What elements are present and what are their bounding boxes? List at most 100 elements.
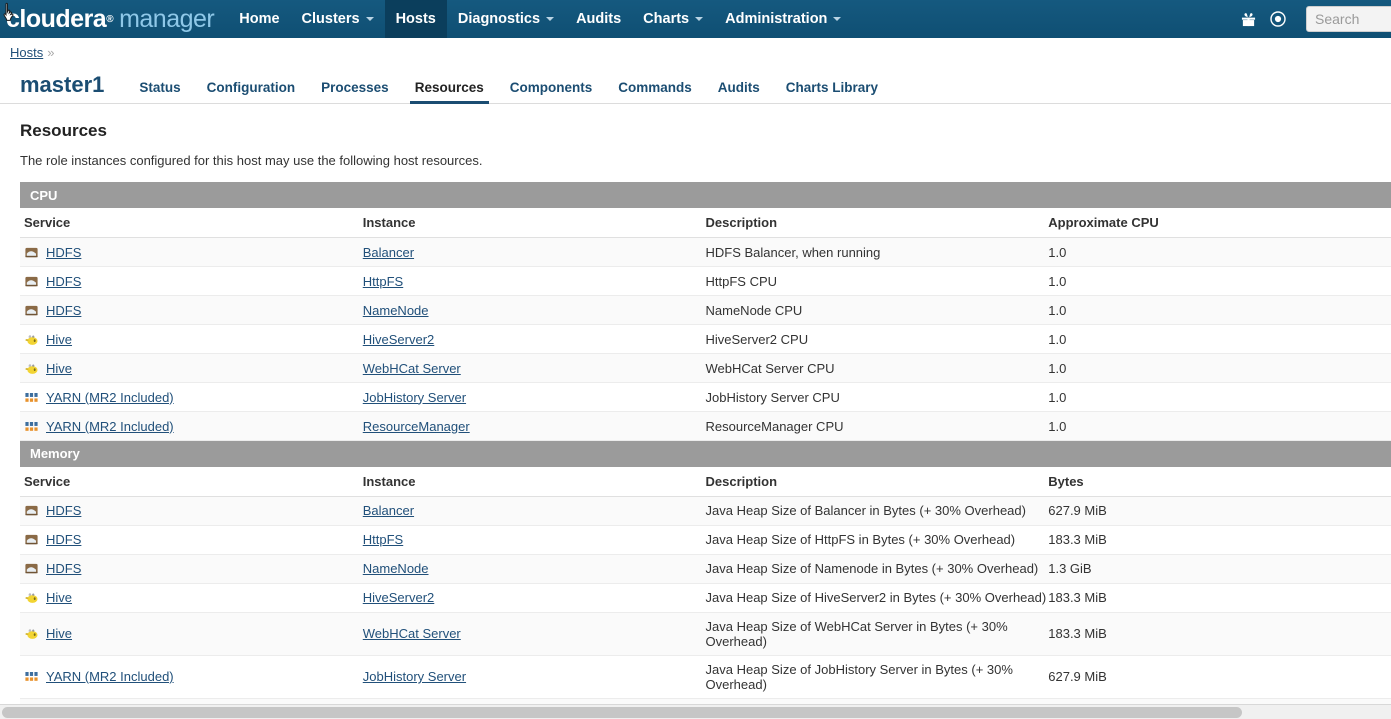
table-row: Hive WebHCat Server Java Heap Size of WebH…	[20, 612, 1391, 656]
service-link[interactable]: HDFS	[46, 532, 81, 547]
hdfs-icon	[25, 563, 38, 574]
breadcrumb-separator: »	[47, 45, 55, 60]
horizontal-scrollbar[interactable]	[0, 704, 1391, 719]
instance-link[interactable]: JobHistory Server	[363, 669, 466, 684]
tab-commands-label: Commands	[618, 80, 692, 95]
row-value: 1.0	[1048, 324, 1391, 354]
resources-table-body: CPU Service Instance Description Approximate…	[20, 182, 1391, 719]
yarn-icon	[25, 392, 38, 402]
breadcrumb-link-hosts[interactable]: Hosts	[10, 45, 43, 60]
table-row: Hive HiveServer2 HiveServer2 CPU 1.0	[20, 324, 1391, 354]
column-header-description: Description	[705, 466, 1049, 497]
row-value: 1.3 GiB	[1048, 554, 1391, 584]
row-description: Java Heap Size of WebHCat Server in Byte…	[705, 612, 1049, 656]
support-circle-icon[interactable]	[1268, 9, 1288, 29]
tab-configuration[interactable]: Configuration	[194, 80, 308, 103]
instance-link[interactable]: HiveServer2	[363, 332, 435, 347]
row-value: 1.0	[1048, 411, 1391, 441]
tab-audits-label: Audits	[717, 80, 760, 95]
tab-audits[interactable]: Audits	[705, 80, 773, 103]
column-header-value: Approximate CPU	[1048, 208, 1391, 238]
service-link[interactable]: Hive	[46, 332, 72, 347]
instance-link[interactable]: JobHistory Server	[363, 390, 466, 405]
instance-link[interactable]: WebHCat Server	[363, 626, 461, 641]
nav-item-home[interactable]: Home	[228, 0, 290, 38]
tab-processes-label: Processes	[321, 80, 389, 95]
hive-icon	[25, 629, 38, 639]
resources-tables: CPU Service Instance Description Approximate…	[20, 182, 1391, 719]
instance-link[interactable]: WebHCat Server	[363, 361, 461, 376]
instance-link[interactable]: HttpFS	[363, 274, 403, 289]
hdfs-icon	[25, 247, 38, 257]
service-link[interactable]: HDFS	[46, 274, 81, 289]
instance-link[interactable]: HttpFS	[363, 532, 403, 547]
row-value: 183.3 MiB	[1048, 583, 1391, 613]
tab-components-label: Components	[509, 80, 593, 95]
tab-status[interactable]: Status	[126, 80, 193, 103]
hive-icon	[25, 593, 38, 603]
service-link[interactable]: Hive	[46, 361, 72, 376]
instance-link[interactable]: Balancer	[363, 503, 414, 518]
gift-icon[interactable]	[1238, 9, 1258, 29]
row-description: Java Heap Size of Namenode in Bytes (+ 3…	[705, 554, 1049, 584]
service-link[interactable]: HDFS	[46, 245, 81, 260]
row-description: Java Heap Size of Balancer in Bytes (+ 3…	[705, 496, 1049, 526]
table-column-header-row: Service Instance Description Bytes	[20, 466, 1391, 497]
nav-item-clusters[interactable]: Clusters	[291, 0, 385, 38]
table-row: YARN (MR2 Included) ResourceManager Resour…	[20, 411, 1391, 441]
tab-commands[interactable]: Commands	[605, 80, 705, 103]
nav-item-charts[interactable]: Charts	[632, 0, 714, 38]
nav-item-diagnostics[interactable]: Diagnostics	[447, 0, 565, 38]
table-column-header-row: Service Instance Description Approximate CP…	[20, 208, 1391, 238]
chevron-down-icon	[833, 17, 842, 21]
row-value: 1.0	[1048, 237, 1391, 267]
column-header-instance: Instance	[362, 466, 706, 497]
chevron-down-icon	[695, 17, 704, 21]
brand-manager-text: manager	[119, 4, 215, 33]
nav-item-audits[interactable]: Audits	[565, 0, 632, 38]
instance-link[interactable]: NameNode	[363, 303, 429, 318]
tab-processes[interactable]: Processes	[308, 80, 402, 103]
row-value: 1.0	[1048, 353, 1391, 383]
app-viewport: cloudera ® manager Home Clusters Hosts Di…	[0, 0, 1391, 719]
row-value: 627.9 MiB	[1048, 655, 1391, 699]
search-input[interactable]: Search	[1306, 6, 1391, 32]
instance-link[interactable]: Balancer	[363, 245, 414, 260]
service-link[interactable]: YARN (MR2 Included)	[46, 390, 174, 405]
table-group-header-memory: Memory	[20, 440, 1391, 467]
nav-right-actions: Search	[1238, 0, 1391, 38]
service-link[interactable]: Hive	[46, 626, 72, 641]
nav-item-administration[interactable]: Administration	[714, 0, 852, 38]
row-value: 627.9 MiB	[1048, 496, 1391, 526]
tab-charts-library[interactable]: Charts Library	[773, 80, 891, 103]
scrollbar-thumb[interactable]	[2, 707, 1242, 718]
row-description: Java Heap Size of HiveServer2 in Bytes (…	[705, 583, 1049, 613]
row-description: HiveServer2 CPU	[705, 324, 1049, 354]
table-row: YARN (MR2 Included) JobHistory Server Java…	[20, 655, 1391, 699]
column-header-service: Service	[20, 208, 363, 238]
yarn-icon	[25, 672, 38, 681]
service-link[interactable]: HDFS	[46, 561, 81, 576]
service-link[interactable]: YARN (MR2 Included)	[46, 419, 174, 434]
service-link[interactable]: Hive	[46, 590, 72, 605]
cloudera-manager-logo[interactable]: cloudera ® manager	[0, 0, 228, 38]
row-value: 1.0	[1048, 295, 1391, 325]
search-placeholder-text: Search	[1315, 11, 1360, 27]
table-row: HDFS NameNode Java Heap Size of Namenode i…	[20, 554, 1391, 584]
table-row: HDFS Balancer HDFS Balancer, when running 1…	[20, 237, 1391, 267]
service-link[interactable]: YARN (MR2 Included)	[46, 669, 174, 684]
table-row: YARN (MR2 Included) JobHistory Server JobH…	[20, 382, 1391, 412]
service-link[interactable]: HDFS	[46, 303, 81, 318]
instance-link[interactable]: HiveServer2	[363, 590, 435, 605]
tab-components[interactable]: Components	[497, 80, 606, 103]
tab-resources[interactable]: Resources	[402, 80, 497, 104]
tab-status-label: Status	[139, 80, 181, 95]
instance-link[interactable]: ResourceManager	[363, 419, 470, 434]
breadcrumb: Hosts »	[0, 38, 1391, 66]
nav-item-hosts[interactable]: Hosts	[384, 0, 447, 38]
service-link[interactable]: HDFS	[46, 503, 81, 518]
table-row: HDFS Balancer Java Heap Size of Balancer i…	[20, 496, 1391, 526]
top-navigation-bar: cloudera ® manager Home Clusters Hosts Di…	[0, 0, 1391, 38]
instance-link[interactable]: NameNode	[363, 561, 429, 576]
row-description: HDFS Balancer, when running	[705, 237, 1049, 267]
